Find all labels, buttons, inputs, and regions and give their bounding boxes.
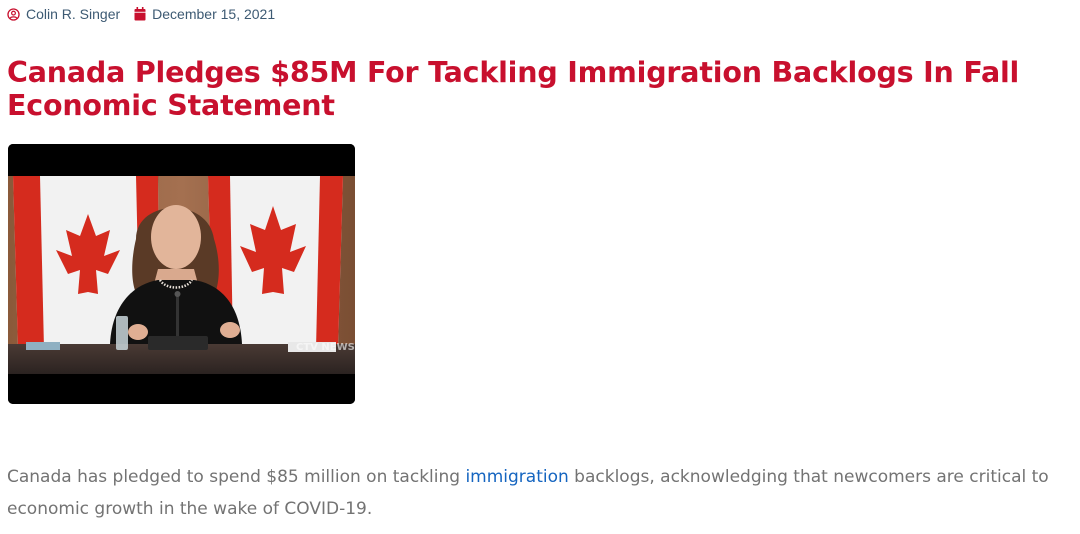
author-name[interactable]: Colin R. Singer: [26, 6, 120, 22]
post-date: December 15, 2021: [134, 6, 275, 22]
author-link[interactable]: Colin R. Singer: [7, 6, 120, 22]
date-text: December 15, 2021: [152, 6, 276, 22]
article-page: Colin R. Singer December 15, 2021 Canada…: [0, 0, 1080, 534]
video-watermark: CTV NEWS: [296, 342, 355, 353]
article-title: Canada Pledges $85M For Tackling Immigra…: [7, 56, 1020, 122]
article-meta: Colin R. Singer December 15, 2021: [7, 6, 275, 22]
article-intro: Canada has pledged to spend $85 million …: [7, 467, 1049, 519]
immigration-link[interactable]: immigration: [465, 467, 568, 487]
user-circle-icon: [7, 7, 20, 21]
calendar-icon: [134, 7, 146, 21]
video-thumbnail[interactable]: CTV NEWS: [8, 144, 355, 404]
